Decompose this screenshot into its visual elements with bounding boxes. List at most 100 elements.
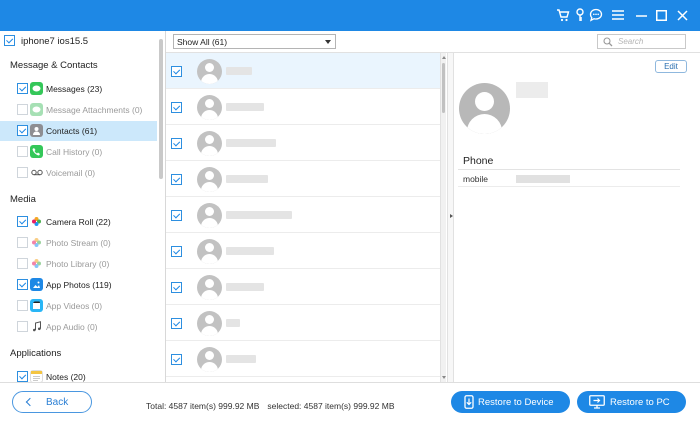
voicemail-checkbox[interactable] [17, 167, 28, 178]
restore-to-pc-label: Restore to PC [610, 397, 670, 408]
sidebar-item-messages[interactable]: Messages (23) [0, 79, 157, 99]
sidebar-item-app-audio[interactable]: App Audio (0) [0, 317, 157, 337]
contact-checkbox[interactable] [171, 174, 182, 185]
contact-list [166, 53, 444, 382]
app-photos-checkbox[interactable] [17, 279, 28, 290]
section-title-message-contacts: Message & Contacts [10, 60, 98, 71]
contact-checkbox[interactable] [171, 246, 182, 257]
minimize-icon[interactable] [633, 7, 649, 23]
contacts-icon [30, 124, 43, 137]
maximize-icon[interactable] [653, 7, 669, 23]
phone-section-title: Phone [463, 155, 494, 167]
photo-stream-checkbox[interactable] [17, 237, 28, 248]
contact-avatar-icon [459, 83, 510, 134]
contact-checkbox[interactable] [171, 66, 182, 77]
messages-checkbox[interactable] [17, 83, 28, 94]
sidebar-item-message-attachments[interactable]: Message Attachments (0) [0, 100, 157, 120]
sidebar-item-label: Photo Library (0) [46, 259, 110, 269]
restore-to-pc-button[interactable]: Restore to PC [577, 391, 686, 413]
sidebar-item-app-videos[interactable]: App Videos (0) [0, 296, 157, 316]
sidebar-scrollbar[interactable] [159, 39, 163, 179]
scroll-thumb[interactable] [442, 63, 445, 113]
contact-checkbox[interactable] [171, 138, 182, 149]
sidebar-item-voicemail[interactable]: Voicemail (0) [0, 163, 157, 183]
contact-row[interactable] [166, 305, 440, 341]
device-row[interactable]: iphone7 ios15.5 [0, 31, 160, 51]
contact-row[interactable] [166, 269, 440, 305]
sidebar-item-photo-stream[interactable]: Photo Stream (0) [0, 233, 157, 253]
list-scrollbar[interactable] [440, 53, 446, 382]
scroll-down-icon[interactable] [442, 376, 446, 379]
sidebar-item-photo-library[interactable]: Photo Library (0) [0, 254, 157, 274]
contacts-checkbox[interactable] [17, 125, 28, 136]
device-checkbox[interactable] [4, 35, 15, 46]
search-input[interactable] [618, 36, 682, 47]
contact-row[interactable] [166, 197, 440, 233]
restore-to-device-label: Restore to Device [478, 397, 554, 408]
search-box[interactable] [597, 34, 686, 49]
sidebar-item-notes[interactable]: Notes (20) [0, 367, 157, 382]
chevron-right-icon[interactable] [450, 214, 453, 218]
voicemail-icon [30, 166, 43, 179]
device-label: iphone7 ios15.5 [21, 36, 89, 47]
sidebar-item-contacts[interactable]: Contacts (61) [0, 121, 157, 141]
photo-library-icon [30, 257, 43, 270]
call-history-checkbox[interactable] [17, 146, 28, 157]
avatar-icon [197, 239, 222, 264]
sidebar-item-app-photos[interactable]: App Photos (119) [0, 275, 157, 295]
contact-checkbox[interactable] [171, 210, 182, 221]
close-icon[interactable] [674, 7, 690, 23]
contact-checkbox[interactable] [171, 318, 182, 329]
contact-row[interactable] [166, 53, 440, 89]
photo-library-checkbox[interactable] [17, 258, 28, 269]
sidebar-item-call-history[interactable]: Call History (0) [0, 142, 157, 162]
contact-checkbox[interactable] [171, 102, 182, 113]
contact-row[interactable] [166, 233, 440, 269]
filter-dropdown-value: Show All (61) [177, 37, 228, 47]
app-audio-checkbox[interactable] [17, 321, 28, 332]
sidebar-item-label: Messages (23) [46, 84, 103, 94]
avatar-icon [197, 311, 222, 336]
redacted-name [226, 211, 292, 219]
menu-icon[interactable] [610, 7, 626, 23]
restore-to-device-button[interactable]: Restore to Device [451, 391, 570, 413]
sidebar: iphone7 ios15.5 Message & Contacts Messa… [0, 31, 166, 382]
pane-splitter[interactable] [447, 53, 454, 382]
edit-button[interactable]: Edit [655, 60, 687, 73]
avatar-icon [197, 203, 222, 228]
avatar-icon [197, 347, 222, 372]
feedback-icon[interactable] [588, 7, 604, 23]
redacted-name [226, 319, 240, 327]
chevron-down-icon [325, 40, 331, 44]
redacted-name [226, 247, 274, 255]
filter-dropdown[interactable]: Show All (61) [173, 34, 336, 49]
back-button[interactable]: Back [12, 391, 92, 413]
scroll-up-icon[interactable] [442, 56, 446, 59]
sidebar-item-label: App Photos (119) [46, 280, 112, 290]
attachments-icon [30, 103, 43, 116]
sidebar-item-label: Call History (0) [46, 147, 103, 157]
message-attachments-checkbox[interactable] [17, 104, 28, 115]
contact-checkbox[interactable] [171, 282, 182, 293]
contact-row[interactable] [166, 125, 440, 161]
notes-checkbox[interactable] [17, 371, 28, 382]
redacted-name [226, 355, 256, 363]
contact-row[interactable] [166, 161, 440, 197]
avatar-icon [197, 95, 222, 120]
app-videos-checkbox[interactable] [17, 300, 28, 311]
redacted-name [226, 175, 268, 183]
total-count: Total: 4587 item(s) 999.92 MB [146, 401, 260, 411]
contact-row[interactable] [166, 89, 440, 125]
sidebar-item-camera-roll[interactable]: Camera Roll (22) [0, 212, 157, 232]
contact-row[interactable] [166, 341, 440, 377]
phone-restore-icon [463, 395, 475, 411]
cart-icon[interactable] [555, 7, 571, 23]
app-photos-icon [30, 278, 43, 291]
contact-checkbox[interactable] [171, 354, 182, 365]
camera-roll-checkbox[interactable] [17, 216, 28, 227]
back-button-label: Back [46, 397, 69, 408]
key-icon[interactable] [572, 7, 588, 23]
sidebar-item-label: Contacts (61) [46, 126, 98, 136]
divider [458, 186, 680, 187]
photo-stream-icon [30, 236, 43, 249]
